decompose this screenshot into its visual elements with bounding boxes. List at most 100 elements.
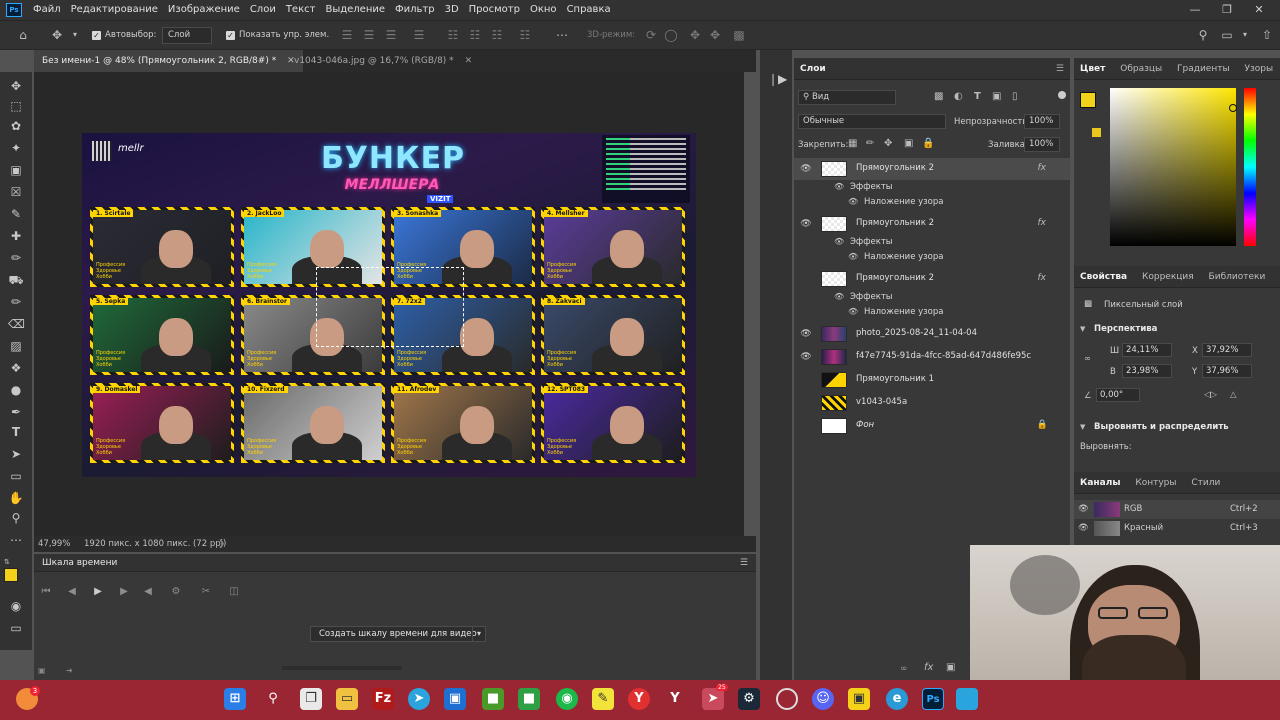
menu-window[interactable]: Окно xyxy=(525,0,562,20)
menu-file[interactable]: Файл xyxy=(28,0,66,20)
audio-icon[interactable]: ◀ xyxy=(142,586,154,598)
artwork-canvas[interactable]: mellr БУНКЕР МЕЛЛШЕРА VIZIT 1. Scirtale П… xyxy=(82,133,696,477)
foreground-color-chip[interactable] xyxy=(1080,92,1096,108)
rectangle-icon[interactable]: ▭ xyxy=(8,468,24,484)
filter-shape-icon[interactable]: ▣ xyxy=(992,91,1001,102)
perspective-section[interactable]: Перспектива xyxy=(1094,324,1157,334)
magic-wand-icon[interactable]: ✦ xyxy=(8,140,24,156)
color-picker-field[interactable] xyxy=(1110,88,1236,246)
blend-mode-dropdown[interactable]: Обычные xyxy=(798,114,946,129)
file-explorer-icon[interactable]: ▭ xyxy=(336,688,358,710)
effects-row[interactable]: 👁 Эффекты xyxy=(794,290,1070,305)
screen-mode-icon[interactable]: ▭ xyxy=(8,620,24,636)
chevron-down-icon[interactable]: ▼ xyxy=(1080,423,1085,431)
minimize-icon[interactable]: — xyxy=(1180,0,1210,20)
menu-view[interactable]: Просмотр xyxy=(464,0,525,20)
layer-row[interactable]: 👁 f47e7745-91da-4fcc-85ad-647d486fe95c xyxy=(794,346,1070,368)
doc-tab-active[interactable]: Без имени-1 @ 48% (Прямоугольник 2, RGB/… xyxy=(34,50,303,72)
quick-mask-icon[interactable]: ◉ xyxy=(8,598,24,614)
align-right-icon[interactable]: ☰ xyxy=(384,28,398,42)
swap-colors-icon[interactable]: ⇅ xyxy=(4,558,22,566)
discord-icon[interactable]: ☺ xyxy=(812,688,834,710)
transition-icon[interactable]: ◫ xyxy=(228,586,240,598)
create-timeline-button[interactable]: Создать шкалу времени для видео xyxy=(310,626,486,642)
menu-help[interactable]: Справка xyxy=(562,0,616,20)
gradient-icon[interactable]: ▨ xyxy=(8,338,24,354)
align-bottom-icon[interactable]: ☷ xyxy=(490,28,504,42)
lock-all-icon[interactable]: 🔒 xyxy=(922,138,934,149)
visibility-off-icon[interactable] xyxy=(800,397,812,409)
timeline-frames-icon[interactable]: ▣ xyxy=(38,666,46,675)
height-input[interactable]: 23,98% xyxy=(1122,364,1172,378)
add-mask-icon[interactable]: ▣ xyxy=(946,662,955,673)
hue-slider[interactable] xyxy=(1244,88,1256,246)
color-warning-chip[interactable] xyxy=(1092,128,1101,137)
visibility-eye-icon[interactable]: 👁 xyxy=(800,163,812,175)
align-center-icon[interactable]: ☰ xyxy=(362,28,376,42)
channel-row[interactable]: 👁 RGB Ctrl+2 xyxy=(1074,500,1280,519)
dodge-icon[interactable]: ● xyxy=(8,382,24,398)
minecraft-icon[interactable]: ■ xyxy=(482,688,504,710)
restore-icon[interactable]: ❐ xyxy=(1212,0,1242,20)
timeline-zoom-slider[interactable] xyxy=(282,666,402,670)
effects-eye-icon[interactable]: 👁 xyxy=(834,182,844,192)
layer-row[interactable]: 👁 photo_2025-08-24_11-04-04 xyxy=(794,323,1070,345)
notes-icon[interactable]: ✎ xyxy=(592,688,614,710)
align-top-icon[interactable]: ☷ xyxy=(446,28,460,42)
effect-item-row[interactable]: 👁 Наложение узора xyxy=(794,195,1070,210)
menu-select[interactable]: Выделение xyxy=(320,0,390,20)
visibility-eye-icon[interactable]: 👁 xyxy=(800,218,812,230)
effect-eye-icon[interactable]: 👁 xyxy=(848,307,858,317)
yandex-browser-icon[interactable]: Y xyxy=(628,688,650,710)
x-input[interactable]: 37,92% xyxy=(1202,343,1252,357)
selection-bounding-box[interactable] xyxy=(316,267,464,347)
visibility-off-icon[interactable] xyxy=(800,374,812,386)
steam-icon[interactable]: ⚙ xyxy=(738,688,760,710)
status-arrow-icon[interactable]: ❯ xyxy=(218,536,225,552)
close-icon[interactable]: ✕ xyxy=(1244,0,1274,20)
fx-icon[interactable]: fx xyxy=(1038,218,1047,228)
layer-name[interactable]: Фон xyxy=(856,420,874,430)
healing-icon[interactable]: ✚ xyxy=(8,228,24,244)
channel-eye-icon[interactable]: 👁 xyxy=(1078,523,1089,533)
home-icon[interactable]: ⌂ xyxy=(16,28,30,42)
workspace-icon[interactable]: ▭ xyxy=(1220,28,1234,42)
layer-row[interactable]: Фон 🔒 xyxy=(794,415,1070,437)
flip-vertical-icon[interactable]: △ xyxy=(1230,390,1237,400)
lasso-icon[interactable]: ✿ xyxy=(8,118,24,134)
edge-icon[interactable]: e xyxy=(886,688,908,710)
visibility-eye-icon[interactable]: 👁 xyxy=(800,328,812,340)
share-icon[interactable]: ⇧ xyxy=(1260,28,1274,42)
layers-tab[interactable]: Слои xyxy=(794,58,832,80)
tab-styles[interactable]: Стили xyxy=(1185,472,1226,494)
panel-menu-icon[interactable]: ☰ xyxy=(732,554,756,572)
tab-patterns[interactable]: Узоры xyxy=(1238,58,1279,80)
pen-icon[interactable]: ✒ xyxy=(8,404,24,420)
close-tab-icon[interactable]: ✕ xyxy=(465,56,473,66)
tab-gradients[interactable]: Градиенты xyxy=(1171,58,1236,80)
more-options-icon[interactable]: ⋯ xyxy=(555,28,569,42)
lock-position-icon[interactable]: ✥ xyxy=(884,138,892,149)
width-input[interactable]: 24,11% xyxy=(1122,343,1172,357)
channel-row[interactable]: 👁 Красный Ctrl+3 xyxy=(1074,519,1280,538)
layer-name[interactable]: f47e7745-91da-4fcc-85ad-647d486fe95c xyxy=(856,351,1031,361)
3d-camera-icon[interactable]: ▩ xyxy=(732,28,746,42)
angle-input[interactable]: 0,00° xyxy=(1096,388,1140,402)
effect-item-row[interactable]: 👁 Наложение узора xyxy=(794,250,1070,265)
tab-adjustments[interactable]: Коррекция xyxy=(1136,266,1200,288)
xbox-icon[interactable]: ◉ xyxy=(556,688,578,710)
tab-color[interactable]: Цвет xyxy=(1074,58,1111,80)
marquee-icon[interactable]: ⬚ xyxy=(8,98,24,114)
game-icon[interactable]: ■ xyxy=(518,688,540,710)
stamp-icon[interactable]: ⛟ xyxy=(8,272,24,288)
color-picker-cursor[interactable] xyxy=(1229,104,1237,112)
chevron-down-icon[interactable]: ▼ xyxy=(1080,325,1085,333)
windows-start-icon[interactable]: ⊞ xyxy=(224,688,246,710)
filter-pixel-icon[interactable]: ▩ xyxy=(934,91,943,102)
settings-gear-icon[interactable]: ⚙ xyxy=(170,586,182,598)
lock-pixels-icon[interactable]: ✏ xyxy=(866,138,874,149)
path-select-icon[interactable]: ➤ xyxy=(8,446,24,462)
blur-icon[interactable]: ❖ xyxy=(8,360,24,376)
layer-name[interactable]: Прямоугольник 2 xyxy=(856,273,934,283)
lock-transparent-icon[interactable]: ▦ xyxy=(848,138,857,149)
